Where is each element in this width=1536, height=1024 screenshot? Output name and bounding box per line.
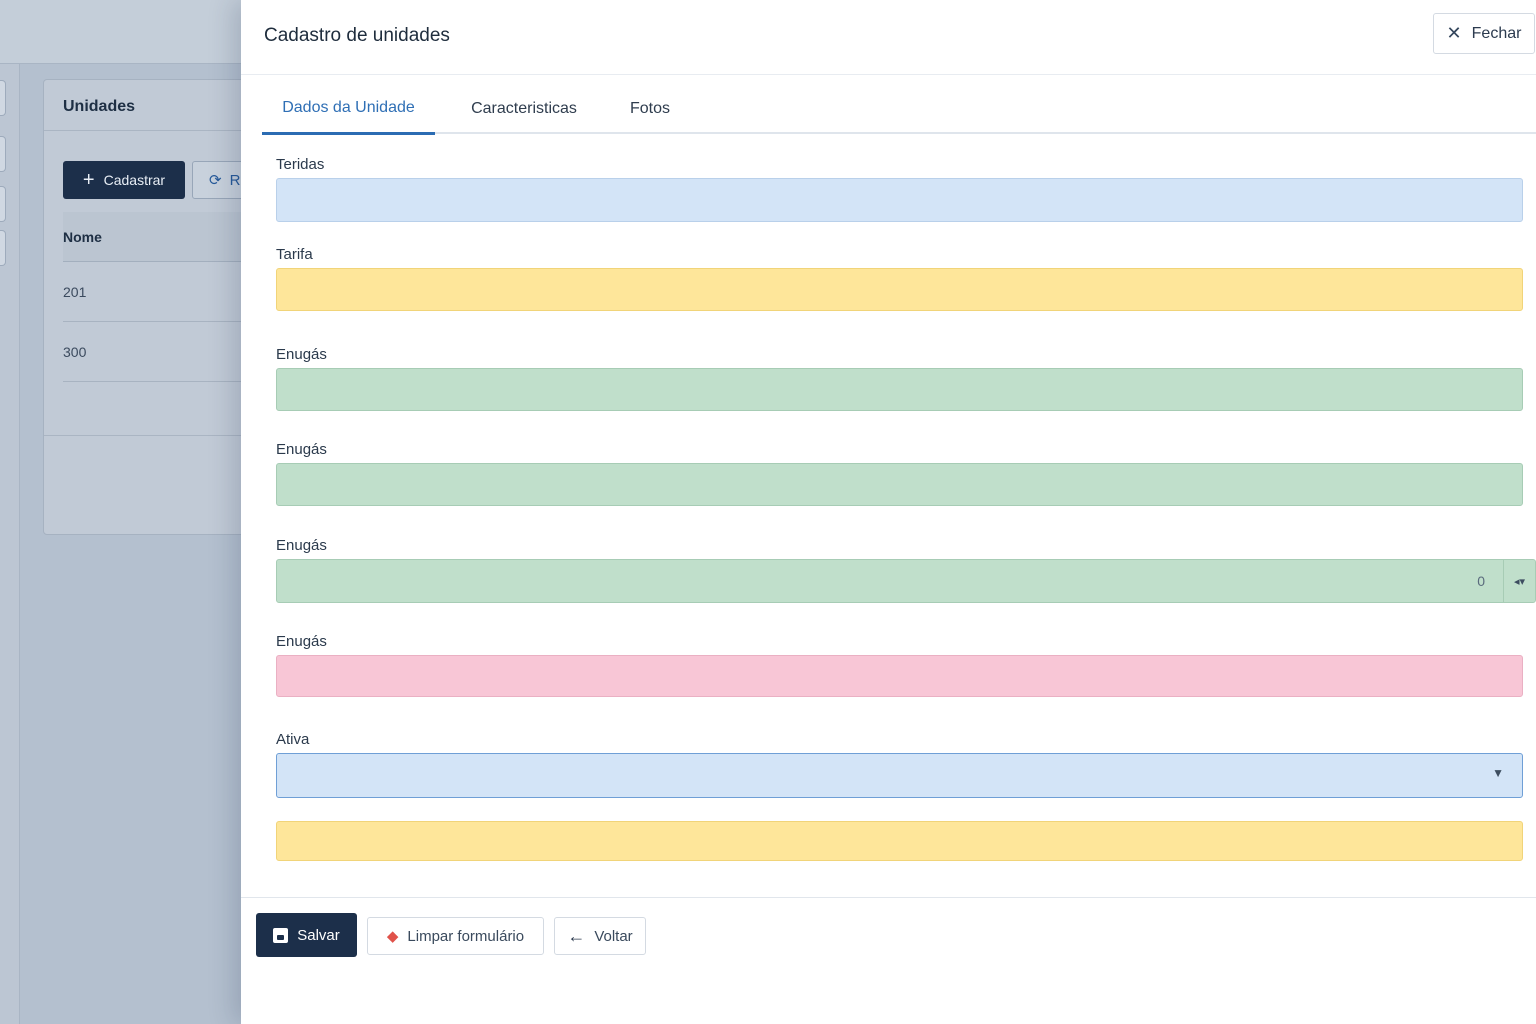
drawer-header: Cadastro de unidades ✕ Fechar <box>241 0 1536 75</box>
refresh-icon: ⟳ <box>209 172 222 189</box>
text-field[interactable] <box>276 821 1523 861</box>
back-button[interactable]: ← Voltar <box>554 917 646 955</box>
sidebar-tab <box>0 136 6 172</box>
tab-bar: Dados da Unidade Caracteristicas Fotos <box>262 84 1536 135</box>
add-unit-label: Cadastrar <box>103 172 166 188</box>
close-label: Fechar <box>1471 24 1522 42</box>
table-cell: 300 <box>63 344 87 360</box>
field-label: Enugás <box>276 537 327 554</box>
footer-divider <box>241 897 1536 898</box>
text-field[interactable] <box>276 268 1523 311</box>
refresh-label: R <box>229 171 241 189</box>
save-icon <box>273 927 289 943</box>
save-button[interactable]: Salvar <box>256 913 357 957</box>
chevron-down-icon: ▼ <box>1492 766 1504 780</box>
field-label: Teridas <box>276 156 325 173</box>
field-label: Tarifa <box>276 246 313 263</box>
field-label: Ativa <box>276 731 310 748</box>
plus-icon: + <box>82 169 95 191</box>
text-field[interactable] <box>276 178 1523 222</box>
table-cell: 201 <box>63 284 87 300</box>
tab-caracteristicas[interactable]: Caracteristicas <box>458 84 590 134</box>
units-card-title: Unidades <box>63 98 136 115</box>
close-button[interactable]: ✕ Fechar <box>1433 13 1535 54</box>
field-label: Enugás <box>276 441 327 458</box>
clear-form-label: Limpar formulário <box>407 927 525 945</box>
clear-form-button[interactable]: ◆ Limpar formulário <box>367 917 544 955</box>
save-label: Salvar <box>297 926 340 944</box>
spinner-icon[interactable]: ◂▾ <box>1503 560 1535 602</box>
eraser-icon: ◆ <box>386 928 399 945</box>
number-field[interactable]: 0 ◂▾ <box>276 559 1536 603</box>
drawer-title: Cadastro de unidades <box>264 25 450 46</box>
text-field[interactable] <box>276 463 1523 506</box>
background-sidebar <box>0 64 20 1024</box>
tab-fotos[interactable]: Fotos <box>614 84 686 134</box>
column-header-name: Nome <box>63 229 102 245</box>
tab-dados-da-unidade[interactable]: Dados da Unidade <box>262 84 435 135</box>
add-unit-button[interactable]: + Cadastrar <box>63 161 185 199</box>
field-label: Enugás <box>276 346 327 363</box>
close-icon: ✕ <box>1446 23 1462 43</box>
sidebar-tab <box>0 80 6 116</box>
number-field-value: 0 <box>1477 573 1485 589</box>
sidebar-tab <box>0 230 6 266</box>
unit-form-drawer: Cadastro de unidades ✕ Fechar Dados da U… <box>241 0 1536 1024</box>
arrow-left-icon: ← <box>567 925 586 946</box>
back-label: Voltar <box>594 927 633 945</box>
text-field[interactable] <box>276 655 1523 697</box>
text-field[interactable] <box>276 368 1523 411</box>
field-label: Enugás <box>276 633 327 650</box>
ativa-select[interactable]: ▼ <box>276 753 1523 798</box>
sidebar-tab <box>0 186 6 222</box>
